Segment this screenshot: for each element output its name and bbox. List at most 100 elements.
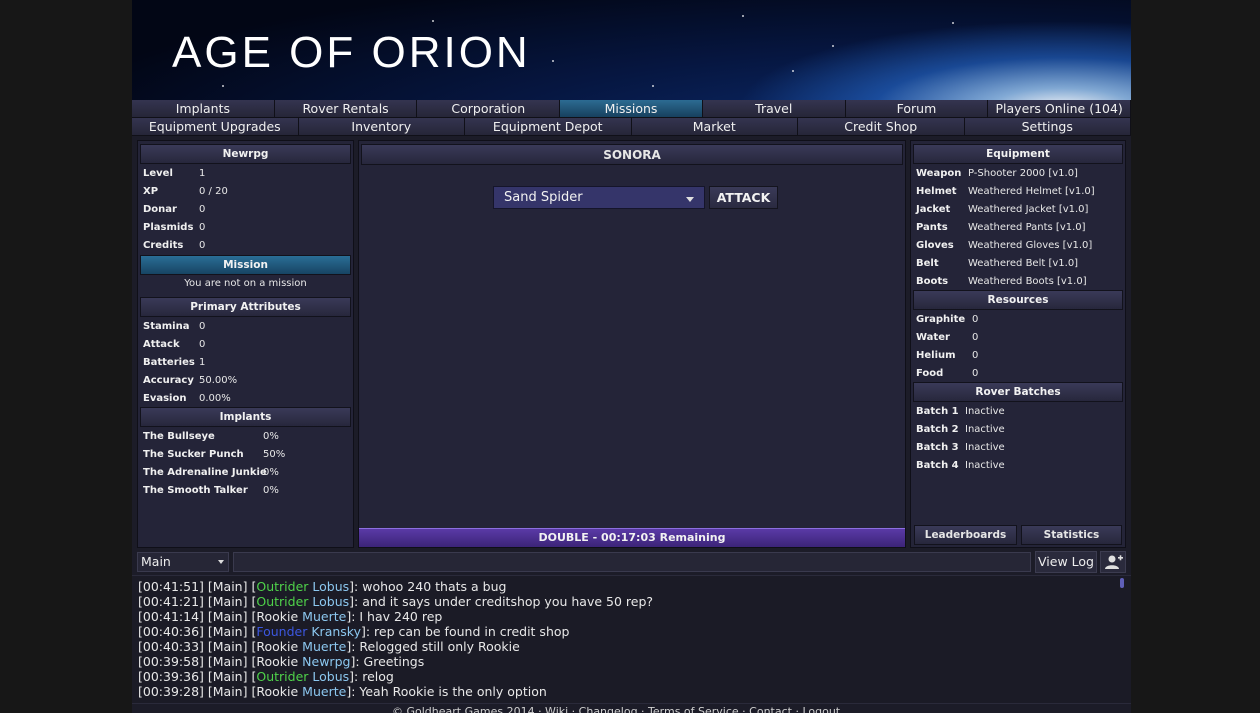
nav-players-online-104[interactable]: Players Online (104) <box>988 100 1132 118</box>
double-xp-timer: DOUBLE - 00:17:03 Remaining <box>359 528 905 547</box>
rover-batches-header: Rover Batches <box>913 382 1123 402</box>
chat-message: [00:40:33] [Main] [Rookie Muerte]: Relog… <box>138 639 520 654</box>
chat-player-name[interactable]: Muerte <box>302 639 346 654</box>
chat-channel-tag: [Main] <box>207 594 248 609</box>
nav-row-secondary: Equipment Upgrades Inventory Equipment Dep… <box>132 118 1131 136</box>
nav-inventory[interactable]: Inventory <box>298 118 465 136</box>
rover-batch-row-batch-2: Batch 2 Inactive <box>916 421 1121 439</box>
statistics-button[interactable]: Statistics <box>1021 525 1122 545</box>
chat-player-name[interactable]: Lobus <box>312 594 349 609</box>
rover-batch-label: Batch 4 <box>916 460 959 471</box>
chat-player-name[interactable]: Muerte <box>302 684 346 699</box>
resource-row-food: Food 0 <box>916 365 1121 383</box>
attribute-value: 50.00% <box>199 375 238 386</box>
chat-text: : relog <box>354 669 394 684</box>
nav-corporation[interactable]: Corporation <box>417 100 561 118</box>
chat-message: [00:41:14] [Main] [Rookie Muerte]: I hav… <box>138 609 443 624</box>
implant-row-the-adrenaline-junkie: The Adrenaline Junkie 0% <box>143 464 349 482</box>
equipment-value: Weathered Pants [v1.0] <box>968 222 1086 233</box>
resource-row-water: Water 0 <box>916 329 1121 347</box>
rover-batch-row-batch-1: Batch 1 Inactive <box>916 403 1121 421</box>
equipment-row-jacket: Jacket Weathered Jacket [v1.0] <box>916 201 1121 219</box>
attribute-row-evasion: Evasion 0.00% <box>143 390 349 408</box>
nav-missions[interactable]: Missions <box>560 100 703 118</box>
chat-text: : wohoo 240 thats a bug <box>354 579 507 594</box>
equipment-label: Gloves <box>916 240 954 251</box>
chat-timestamp: [00:41:51] <box>138 579 204 594</box>
equipment-label: Belt <box>916 258 939 269</box>
chat-text: : rep can be found in credit shop <box>365 624 570 639</box>
chat-log[interactable]: [00:41:51] [Main] [Outrider Lobus]: woho… <box>132 575 1131 703</box>
chat-message: [00:41:21] [Main] [Outrider Lobus]: and … <box>138 594 654 609</box>
game-logo[interactable]: AGE OF ORION <box>172 28 531 78</box>
rover-batch-value: Inactive <box>965 406 1005 417</box>
attribute-value: 0 <box>199 321 206 332</box>
nav-market[interactable]: Market <box>631 118 798 136</box>
chat-player-name[interactable]: Lobus <box>312 669 349 684</box>
view-log-button[interactable]: View Log <box>1035 551 1097 573</box>
equipment-header: Equipment <box>913 144 1123 164</box>
inventory-panel: Equipment Weapon P-Shooter 2000 [v1.0] Hel… <box>910 140 1126 548</box>
equipment-label: Jacket <box>916 204 951 215</box>
attribute-value: 0 <box>199 339 206 350</box>
chat-rank: Rookie <box>256 639 299 654</box>
chat-player-name[interactable]: Lobus <box>312 579 349 594</box>
nav-settings[interactable]: Settings <box>964 118 1131 136</box>
chat-channel-tag: [Main] <box>207 579 248 594</box>
footer-links[interactable]: © Goldheart Games 2014 · Wiki · Changelo… <box>392 705 840 713</box>
stat-value: 0 <box>199 240 206 251</box>
nav-equipment-upgrades[interactable]: Equipment Upgrades <box>132 118 299 136</box>
chat-rank: Outrider <box>256 579 309 594</box>
nav-implants[interactable]: Implants <box>132 100 275 118</box>
monster-select[interactable]: Sand Spider <box>493 186 705 209</box>
attribute-row-stamina: Stamina 0 <box>143 318 349 336</box>
resource-row-helium: Helium 0 <box>916 347 1121 365</box>
resource-label: Food <box>916 368 944 379</box>
implant-label: The Sucker Punch <box>143 449 244 460</box>
chat-channel-tag: [Main] <box>207 654 248 669</box>
chat-message: [00:40:36] [Main] [Founder Kransky]: rep… <box>138 624 570 639</box>
leaderboards-button[interactable]: Leaderboards <box>914 525 1017 545</box>
chat-rank: Outrider <box>256 594 309 609</box>
rover-batch-value: Inactive <box>965 460 1005 471</box>
stat-label: Level <box>143 168 173 179</box>
chat-player-name[interactable]: Newrpg <box>302 654 350 669</box>
implant-value: 0% <box>263 485 279 496</box>
chat-channel-select[interactable]: Main <box>137 552 229 572</box>
nav-equipment-depot[interactable]: Equipment Depot <box>465 118 632 136</box>
implants-header: Implants <box>140 407 351 427</box>
stat-value: 0 <box>199 222 206 233</box>
nav-forum[interactable]: Forum <box>845 100 989 118</box>
nav-rover-rentals[interactable]: Rover Rentals <box>274 100 418 118</box>
user-add-icon <box>1105 555 1123 569</box>
chat-input[interactable] <box>233 552 1031 572</box>
equipment-row-weapon: Weapon P-Shooter 2000 [v1.0] <box>916 165 1121 183</box>
stat-value: 0 <box>199 204 206 215</box>
resource-row-graphite: Graphite 0 <box>916 311 1121 329</box>
user-add-button[interactable] <box>1100 551 1126 573</box>
chat-timestamp: [00:39:58] <box>138 654 204 669</box>
chat-player-name[interactable]: Muerte <box>302 609 346 624</box>
stat-value: 1 <box>199 168 206 179</box>
equipment-row-pants: Pants Weathered Pants [v1.0] <box>916 219 1121 237</box>
zone-panel: SONORA Sand Spider ATTACK DOUBLE - 00:17… <box>358 140 906 548</box>
equipment-row-helmet: Helmet Weathered Helmet [v1.0] <box>916 183 1121 201</box>
chat-scrollbar[interactable] <box>1120 578 1124 588</box>
nav-credit-shop[interactable]: Credit Shop <box>798 118 965 136</box>
attack-button[interactable]: ATTACK <box>709 186 778 209</box>
chat-timestamp: [00:41:14] <box>138 609 204 624</box>
chat-message: [00:39:58] [Main] [Rookie Newrpg]: Greet… <box>138 654 425 669</box>
equipment-value: Weathered Helmet [v1.0] <box>968 186 1095 197</box>
attribute-label: Batteries <box>143 357 195 368</box>
nav-travel[interactable]: Travel <box>702 100 846 118</box>
stat-label: XP <box>143 186 159 197</box>
chat-player-name[interactable]: Kransky <box>311 624 361 639</box>
equipment-value: P-Shooter 2000 [v1.0] <box>968 168 1078 179</box>
implant-label: The Adrenaline Junkie <box>143 467 267 478</box>
rover-batch-row-batch-4: Batch 4 Inactive <box>916 457 1121 475</box>
implant-label: The Smooth Talker <box>143 485 248 496</box>
chat-channel-value: Main <box>141 554 171 569</box>
equipment-label: Boots <box>916 276 949 287</box>
rover-batch-row-batch-3: Batch 3 Inactive <box>916 439 1121 457</box>
stat-label: Donar <box>143 204 177 215</box>
